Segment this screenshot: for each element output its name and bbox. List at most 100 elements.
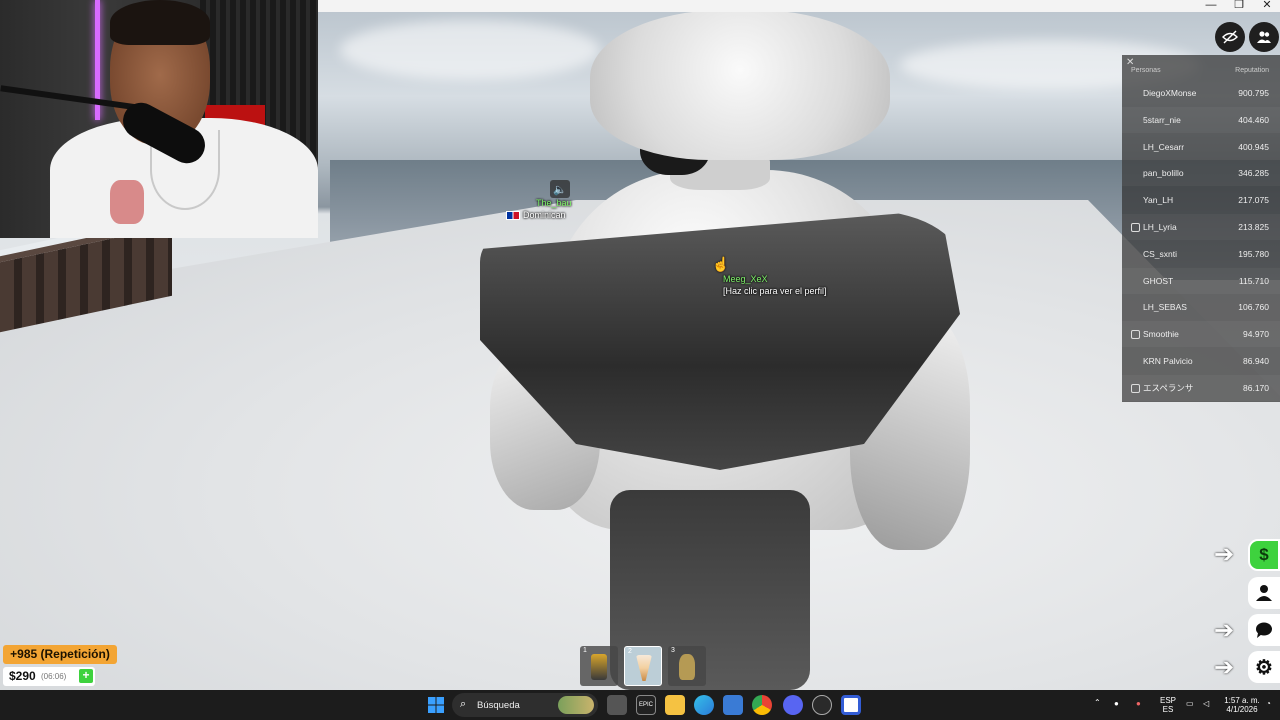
leaderboard-col-reputation: Reputation <box>1235 67 1269 74</box>
tray-chevron-icon[interactable]: ⌃ <box>1094 698 1101 707</box>
nametag-other-sub: Dominican <box>506 209 572 221</box>
notifications-icon[interactable]: ◔ <box>1266 699 1271 708</box>
voice-speaker-icon[interactable]: 🔈 <box>550 180 570 198</box>
obs-icon[interactable] <box>812 695 832 715</box>
leaderboard-row[interactable]: DiegoXMonse 900.795 <box>1122 80 1280 106</box>
chat-button[interactable] <box>1248 614 1280 646</box>
people-icon <box>1257 31 1271 43</box>
hotbar: 1 2 3 <box>580 646 708 686</box>
roblox-icon[interactable] <box>841 695 861 715</box>
tray-app-icon[interactable]: ● <box>1114 699 1119 708</box>
microphone-icon[interactable]: ● <box>1136 699 1141 708</box>
reputation-gain-badge: +985 (Repetición) <box>3 645 117 664</box>
leaderboard-row[interactable]: Yan_LH 217.075 <box>1122 187 1280 213</box>
store-icon[interactable] <box>723 695 743 715</box>
epic-games-icon[interactable]: EPIC <box>636 695 656 715</box>
leaderboard-row[interactable]: KRN Palvicio 86.940 <box>1122 348 1280 374</box>
leaderboard-player-name: pan_bolillo <box>1143 168 1184 179</box>
hide-ui-button[interactable] <box>1215 22 1245 52</box>
leaderboard-player-name: CS_sxnti <box>1143 248 1178 259</box>
nametag-other[interactable]: The_bau Dominican <box>506 197 572 221</box>
money-display: $290 (06:06) + <box>3 667 95 686</box>
file-explorer-icon[interactable] <box>665 695 685 715</box>
players-button[interactable] <box>1249 22 1279 52</box>
leaderboard-reputation-value: 217.075 <box>1238 195 1269 206</box>
nametag-other-name: The_bau <box>536 198 572 208</box>
ice-cream-item-icon <box>636 655 652 681</box>
leaderboard-row[interactable]: Smoothie 94.970 <box>1122 321 1280 348</box>
leaderboard-reputation-value: 115.710 <box>1238 275 1269 286</box>
arrow-right-icon: ➔ <box>1214 617 1235 644</box>
hotbar-slot-3[interactable]: 3 <box>668 646 706 686</box>
leaderboard-player-name: Yan_LH <box>1143 195 1174 206</box>
leaderboard-player-name: GHOST <box>1143 275 1174 286</box>
webcam-person-hair <box>110 0 210 45</box>
leaderboard-panel: ✕ Personas Reputation DiegoXMonse 900.795… <box>1122 55 1280 402</box>
person-icon <box>1256 585 1272 601</box>
webcam-overlay <box>0 0 318 238</box>
network-icon[interactable]: ▭ <box>1186 699 1194 708</box>
minimize-button[interactable]: — <box>1196 0 1226 11</box>
mouse-cursor-icon: ☝ <box>712 256 730 272</box>
leaderboard-player-name: LH_SEBAS <box>1143 302 1187 313</box>
leaderboard-col-players: Personas <box>1131 67 1161 74</box>
leaderboard-reputation-value: 86.940 <box>1243 356 1269 366</box>
leaderboard-row[interactable]: LH_SEBAS 106.760 <box>1122 294 1280 320</box>
task-view-icon[interactable] <box>607 695 627 715</box>
window-titlebar <box>318 0 1280 12</box>
battery-item-icon <box>591 654 607 680</box>
volume-icon[interactable]: ◁ <box>1203 699 1209 708</box>
search-highlight-image <box>558 696 594 714</box>
dominican-flag-icon <box>506 211 520 221</box>
discord-icon[interactable] <box>783 695 803 715</box>
leaderboard-player-name: DiegoXMonse <box>1143 88 1197 98</box>
eye-off-icon <box>1222 30 1238 44</box>
teddy-bear-item-icon <box>679 654 695 680</box>
avatar-hair <box>590 10 890 160</box>
language-indicator[interactable]: ESP ES <box>1158 696 1178 714</box>
clock[interactable]: 1:57 a. m. 4/1/2026 <box>1222 696 1262 714</box>
profile-button[interactable] <box>1248 577 1280 609</box>
leaderboard-reputation-value: 106.760 <box>1238 302 1269 313</box>
shop-money-button[interactable]: $ <box>1248 539 1280 571</box>
leaderboard-player-name: エスペランサ <box>1143 382 1194 393</box>
leaderboard-row[interactable]: CS_sxnti 195.780 <box>1122 241 1280 267</box>
player-avatar[interactable] <box>470 10 980 690</box>
settings-button[interactable]: ⚙ <box>1248 651 1280 683</box>
premium-badge-icon <box>1131 223 1140 232</box>
search-placeholder: Búsqueda <box>477 700 520 711</box>
close-button[interactable]: ✕ <box>1252 0 1280 11</box>
windows-logo-icon <box>428 697 444 713</box>
money-timer: (06:06) <box>41 672 67 681</box>
money-amount: $290 <box>9 669 36 683</box>
edge-browser-icon[interactable] <box>694 695 714 715</box>
leaderboard-reputation-value: 86.170 <box>1243 382 1269 393</box>
windows-taskbar: ⌕ Búsqueda EPIC ⌃ ● ● ESP ES ▭ ◁ 1:57 a.… <box>0 690 1280 720</box>
nametag-player-name: Meeg_XeX <box>723 274 768 284</box>
leaderboard-reputation-value: 346.285 <box>1238 168 1269 179</box>
nametag-player[interactable]: Meeg_XeX [Haz clic para ver el perfil] <box>723 273 827 297</box>
leaderboard-row[interactable]: pan_bolillo 346.285 <box>1122 160 1280 187</box>
search-icon: ⌕ <box>460 698 467 710</box>
chrome-icon[interactable] <box>752 695 772 715</box>
leaderboard-reputation-value: 94.970 <box>1243 329 1269 340</box>
leaderboard-row[interactable]: GHOST 115.710 <box>1122 267 1280 294</box>
hotbar-slot-2[interactable]: 2 <box>624 646 662 686</box>
leaderboard-reputation-value: 213.825 <box>1238 222 1269 232</box>
add-money-button[interactable]: + <box>79 669 93 683</box>
leaderboard-player-name: LH_Lyria <box>1143 222 1177 232</box>
leaderboard-row[interactable]: LH_Cesarr 400.945 <box>1122 134 1280 160</box>
hotbar-slot-1[interactable]: 1 <box>580 646 618 686</box>
gear-icon: ⚙ <box>1255 656 1273 679</box>
leaderboard-row[interactable]: エスペランサ 86.170 <box>1122 374 1280 401</box>
nametag-player-hint: [Haz clic para ver el perfil] <box>723 286 827 296</box>
arrow-right-icon: ➔ <box>1214 541 1235 568</box>
leaderboard-row[interactable]: LH_Lyria 213.825 <box>1122 214 1280 240</box>
maximize-button[interactable]: ❐ <box>1224 0 1254 11</box>
arrow-right-icon: ➔ <box>1214 654 1235 681</box>
leaderboard-player-name: KRN Palvicio <box>1143 356 1193 366</box>
leaderboard-reputation-value: 404.460 <box>1238 114 1269 125</box>
start-button[interactable] <box>426 695 446 715</box>
leaderboard-row[interactable]: 5starr_nie 404.460 <box>1122 106 1280 133</box>
taskbar-search[interactable]: ⌕ Búsqueda <box>452 693 598 717</box>
